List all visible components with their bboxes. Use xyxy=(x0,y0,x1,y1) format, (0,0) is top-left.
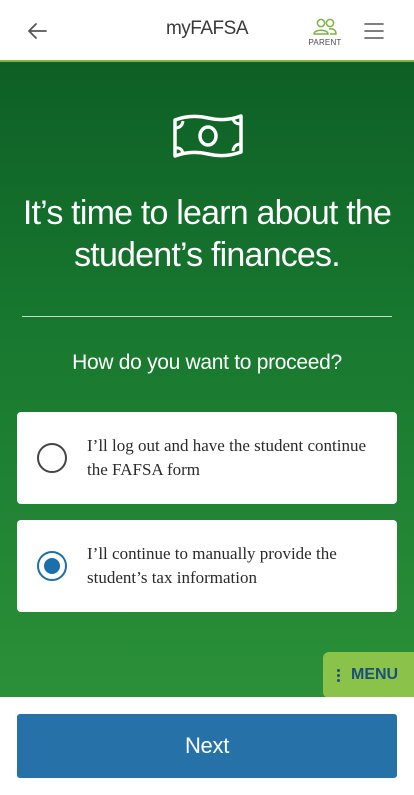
option-log-out[interactable]: I’ll log out and have the student contin… xyxy=(17,412,397,504)
option-label: I’ll log out and have the student contin… xyxy=(87,436,367,479)
hero-section: It’s time to learn about the student’s f… xyxy=(0,62,414,698)
users-icon xyxy=(313,18,337,35)
divider xyxy=(22,316,392,317)
next-button[interactable]: Next xyxy=(17,714,397,778)
hamburger-icon xyxy=(364,23,384,39)
role-switch-button[interactable]: PARENT xyxy=(306,18,344,52)
radio-button[interactable] xyxy=(37,443,67,473)
floating-menu-button[interactable]: MENU xyxy=(323,652,414,698)
money-bill-icon xyxy=(173,114,243,158)
floating-menu-label: MENU xyxy=(351,666,399,683)
app-header: myFAFSA PARENT xyxy=(0,0,414,62)
app-title: myFAFSA xyxy=(165,18,249,39)
page-headline: It’s time to learn about the student’s f… xyxy=(22,194,392,274)
question-text: How do you want to proceed? xyxy=(72,351,342,374)
footer-bar: Next xyxy=(0,697,414,795)
menu-button[interactable] xyxy=(362,20,386,42)
role-label: PARENT xyxy=(308,38,342,47)
kebab-icon xyxy=(337,667,343,684)
option-manual-tax-info[interactable]: I’ll continue to manually provide the st… xyxy=(17,520,397,612)
option-label: I’ll continue to manually provide the st… xyxy=(87,544,337,587)
radio-button-selected[interactable] xyxy=(37,551,67,581)
